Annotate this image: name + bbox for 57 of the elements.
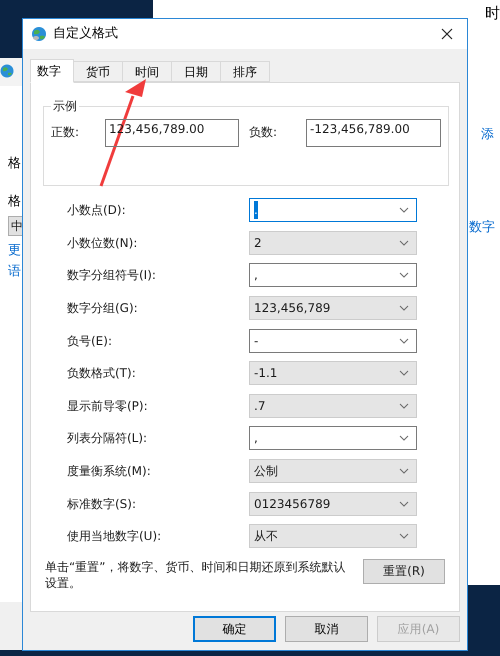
setting-label: 负号(E): xyxy=(67,332,113,350)
chevron-icon xyxy=(399,305,409,312)
setting-label: 度量衡系统(M): xyxy=(67,463,152,480)
setting-label: 小数点(D): xyxy=(67,202,127,220)
link[interactable]: 添 xyxy=(481,125,494,144)
setting-label: 列表分隔符(L): xyxy=(67,430,148,448)
setting-label: 数字分组(G): xyxy=(67,300,139,318)
dropdown[interactable]: -1.1 xyxy=(249,361,417,386)
reset-button[interactable]: 重置(R) xyxy=(363,558,445,584)
setting-label: 显示前导零(P): xyxy=(67,398,149,415)
chevron-icon xyxy=(399,500,409,507)
globe-icon xyxy=(0,64,14,78)
dropdown[interactable]: 从不 xyxy=(249,524,417,548)
window-title: 自定义格式 xyxy=(53,25,118,44)
link[interactable]: 数字 xyxy=(469,218,495,238)
reset-note: 单击“重置”，将数字、货币、时间和日期还原到系统默认设置。 xyxy=(45,558,346,591)
chevron-icon xyxy=(399,370,409,376)
setting-label: 小数位数(N): xyxy=(67,234,138,252)
dropdown[interactable]: - xyxy=(249,328,417,353)
chevron-icon xyxy=(399,435,409,442)
dropdown[interactable]: .7 xyxy=(249,394,417,418)
label-text: 格 xyxy=(8,193,21,211)
tab[interactable]: 排序 xyxy=(221,61,270,82)
label-text: 格 xyxy=(8,155,21,173)
chevron-icon xyxy=(399,402,409,409)
setting-label: 负数格式(T): xyxy=(67,365,137,382)
chevron-icon xyxy=(399,338,409,344)
chevron-icon xyxy=(399,207,409,214)
link[interactable]: 更 xyxy=(8,241,21,260)
dropdown[interactable]: , xyxy=(249,426,417,450)
dropdown[interactable]: 0123456789 xyxy=(249,492,417,516)
tab[interactable]: 货币 xyxy=(74,61,123,82)
window-heading: 时 xyxy=(485,3,500,24)
chevron-icon xyxy=(399,240,409,246)
chevron-icon xyxy=(399,468,409,474)
dropdown[interactable]: , xyxy=(249,263,417,288)
setting-label: 标准数字(S): xyxy=(67,496,138,513)
chevron-icon xyxy=(399,272,409,278)
example-field: -123,456,789.00 xyxy=(306,119,441,147)
chevron-icon xyxy=(399,533,409,540)
link[interactable]: 语 xyxy=(8,262,21,282)
dropdown[interactable]: 公制 xyxy=(249,459,417,484)
dropdown[interactable]: 123,456,789 xyxy=(249,296,417,320)
setting-label: 使用当地数字(U): xyxy=(67,528,162,546)
dropdown[interactable]: 2 xyxy=(249,230,417,255)
dropdown[interactable]: . xyxy=(249,198,417,222)
close-icon xyxy=(441,28,453,40)
dialog-button[interactable]: 确定 xyxy=(193,616,276,642)
dialog-button[interactable]: 取消 xyxy=(285,616,368,642)
setting-label: 数字分组符号(I): xyxy=(67,267,157,284)
tab[interactable]: 时间 xyxy=(123,61,172,82)
field-label: 负数: xyxy=(249,124,278,141)
field-label: 正数: xyxy=(51,124,80,141)
globe-icon xyxy=(31,26,47,42)
group-title: 示例 xyxy=(52,98,78,115)
tab[interactable]: 日期 xyxy=(172,61,221,82)
tab[interactable]: 数字 xyxy=(30,59,74,83)
